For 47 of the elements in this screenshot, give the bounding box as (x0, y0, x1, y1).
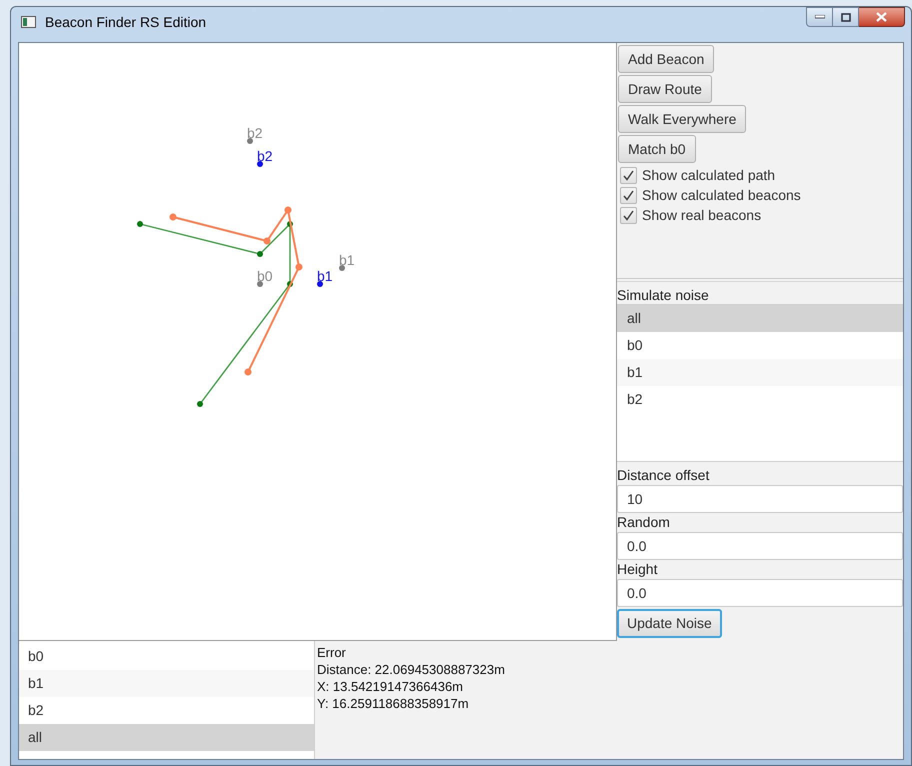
close-button[interactable] (859, 7, 905, 27)
restore-icon (840, 12, 850, 22)
beacon-label: b2 (247, 125, 263, 141)
maximize-button[interactable] (833, 7, 859, 27)
field-label: Distance offset (617, 466, 710, 485)
beacon-dot (257, 161, 263, 167)
list-item[interactable]: b1 (617, 359, 903, 386)
action-button[interactable]: Walk Everywhere (618, 105, 746, 133)
beacon-dot (317, 281, 323, 287)
field-label: Random (617, 513, 671, 532)
action-button[interactable]: Match b0 (618, 135, 696, 163)
check-icon (623, 210, 634, 220)
action-button[interactable]: Add Beacon (618, 45, 714, 73)
window-title: Beacon Finder RS Edition (45, 12, 206, 32)
info-text: Y: 16.259118688358917m (317, 695, 470, 712)
info-text: X: 13.54219147366436m (317, 678, 464, 695)
list-item[interactable]: b1 (19, 670, 314, 697)
checkbox[interactable] (620, 166, 637, 184)
list-item[interactable]: all (19, 724, 314, 751)
close-icon (876, 12, 887, 22)
update-noise-button[interactable]: Update Noise (617, 609, 722, 638)
action-button[interactable]: Draw Route (618, 75, 712, 103)
list-item[interactable]: all (617, 305, 903, 332)
checkbox-label: Show calculated path (642, 166, 776, 185)
minimize-button[interactable] (806, 7, 833, 27)
checkbox[interactable] (620, 206, 637, 224)
input-field[interactable]: 0.0 (617, 532, 903, 560)
input-field[interactable]: 0.0 (617, 579, 903, 607)
check-icon (623, 170, 634, 180)
info-text: Error (317, 644, 347, 661)
minimize-icon (814, 15, 824, 19)
section-label: Simulate noise (617, 286, 710, 304)
beacon-label: b0 (257, 268, 273, 284)
beacon-label: b1 (339, 252, 355, 268)
beacon-dot (339, 265, 345, 271)
info-text: Distance: 22.06945308887323m (317, 661, 505, 678)
beacon-dot (247, 138, 253, 144)
beacon-label: b1 (317, 268, 333, 284)
check-icon (623, 190, 634, 200)
beacon-dot (257, 281, 263, 287)
checkbox[interactable] (620, 186, 637, 204)
beacon-label: b2 (257, 148, 273, 164)
checkbox-label: Show real beacons (642, 206, 762, 224)
input-field[interactable]: 10 (617, 485, 903, 513)
app-icon (21, 16, 36, 28)
checkbox-label: Show calculated beacons (642, 186, 801, 204)
field-label: Height (617, 560, 658, 579)
